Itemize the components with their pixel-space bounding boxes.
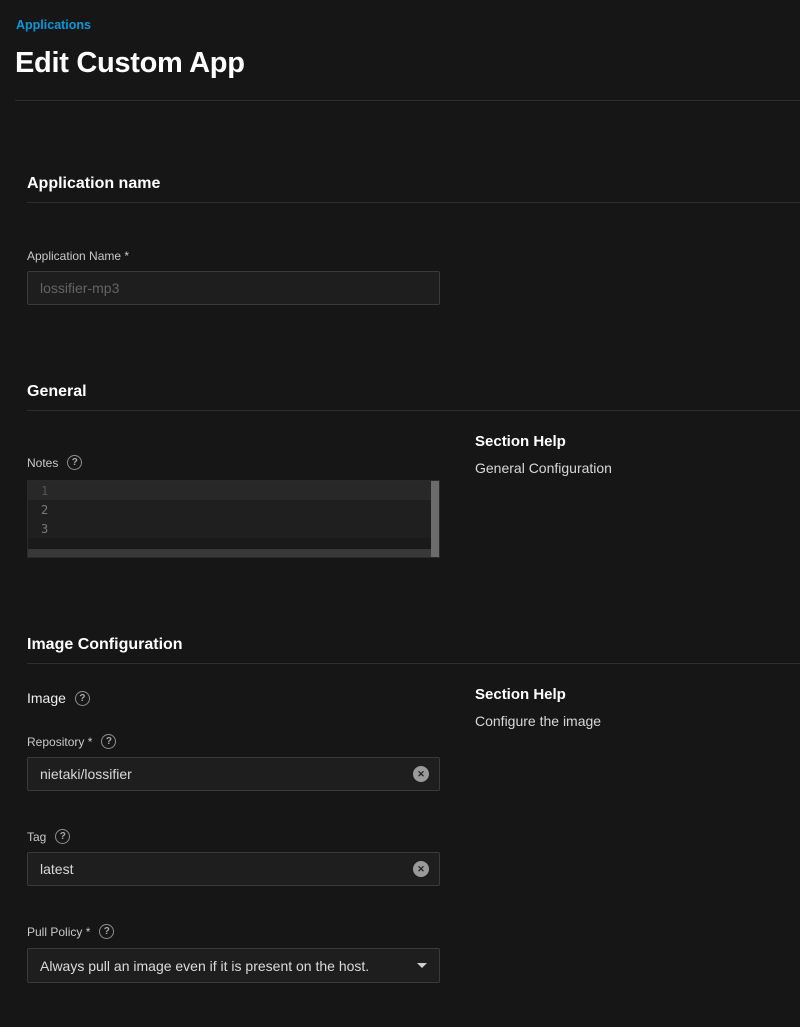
pull-policy-label: Pull Policy * bbox=[27, 925, 90, 939]
page-title: Edit Custom App bbox=[15, 46, 784, 80]
editor-line-number: 1 bbox=[28, 484, 58, 498]
notes-label-row: Notes ? bbox=[27, 455, 440, 470]
notes-label: Notes bbox=[27, 456, 58, 470]
pull-policy-help-icon[interactable]: ? bbox=[99, 924, 114, 939]
image-configuration-heading: Image Configuration bbox=[27, 636, 800, 654]
image-form-column: Image ? Repository * ? ✕ Tag ? ✕ bbox=[27, 664, 440, 983]
breadcrumb-applications[interactable]: Applications bbox=[16, 18, 91, 32]
application-name-section: Application name Application Name * bbox=[0, 175, 800, 305]
image-section-help-body: Configure the image bbox=[475, 713, 800, 730]
general-heading: General bbox=[27, 383, 800, 401]
page-header: Applications Edit Custom App bbox=[0, 0, 800, 80]
notes-editor[interactable]: 1 2 3 bbox=[27, 480, 440, 558]
tag-clear-icon[interactable]: ✕ bbox=[413, 861, 429, 877]
editor-line[interactable]: 3 bbox=[28, 519, 439, 538]
general-section-help-title: Section Help bbox=[475, 433, 800, 451]
editor-horizontal-scrollbar[interactable] bbox=[28, 549, 431, 557]
image-configuration-section: Image Configuration Image ? Repository *… bbox=[0, 636, 800, 983]
editor-line-number: 3 bbox=[28, 522, 58, 536]
pull-policy-label-row: Pull Policy * ? bbox=[27, 924, 440, 939]
dropdown-caret-icon bbox=[417, 963, 427, 968]
image-row: Image ? Repository * ? ✕ Tag ? ✕ bbox=[27, 664, 800, 983]
editor-line-number: 2 bbox=[28, 503, 58, 517]
general-help-column: Section Help General Configuration bbox=[475, 411, 800, 477]
repository-input-wrap: ✕ bbox=[27, 757, 440, 791]
repository-clear-icon[interactable]: ✕ bbox=[413, 766, 429, 782]
application-name-heading: Application name bbox=[27, 175, 800, 193]
repository-label-row: Repository * ? bbox=[27, 734, 440, 749]
editor-line[interactable]: 1 bbox=[28, 481, 439, 500]
application-name-divider bbox=[27, 202, 800, 203]
image-group-label-row: Image ? bbox=[27, 690, 440, 706]
repository-input[interactable] bbox=[27, 757, 440, 791]
general-form-column: Notes ? 1 2 3 bbox=[27, 411, 440, 558]
repository-label: Repository * bbox=[27, 735, 92, 749]
pull-policy-select[interactable]: Always pull an image even if it is prese… bbox=[27, 948, 440, 983]
application-name-label: Application Name * bbox=[27, 249, 129, 263]
application-name-label-row: Application Name * bbox=[27, 249, 800, 263]
general-section-help-body: General Configuration bbox=[475, 460, 800, 477]
repository-help-icon[interactable]: ? bbox=[101, 734, 116, 749]
pull-policy-selected-value: Always pull an image even if it is prese… bbox=[40, 958, 369, 974]
tag-label-row: Tag ? bbox=[27, 829, 440, 844]
tag-input-wrap: ✕ bbox=[27, 852, 440, 886]
application-name-input-wrap bbox=[27, 271, 440, 305]
editor-vertical-scrollbar[interactable] bbox=[431, 481, 439, 557]
tag-input[interactable] bbox=[27, 852, 440, 886]
notes-help-icon[interactable]: ? bbox=[67, 455, 82, 470]
tag-label: Tag bbox=[27, 830, 46, 844]
image-group-label: Image bbox=[27, 690, 66, 706]
header-divider bbox=[15, 100, 800, 101]
edit-custom-app-page: Applications Edit Custom App Application… bbox=[0, 0, 800, 1027]
image-section-help-title: Section Help bbox=[475, 686, 800, 704]
image-help-column: Section Help Configure the image bbox=[475, 664, 800, 730]
tag-help-icon[interactable]: ? bbox=[55, 829, 70, 844]
general-section: General Notes ? 1 2 3 bbox=[0, 383, 800, 558]
image-help-icon[interactable]: ? bbox=[75, 691, 90, 706]
application-name-input bbox=[27, 271, 440, 305]
editor-line[interactable]: 2 bbox=[28, 500, 439, 519]
general-row: Notes ? 1 2 3 S bbox=[27, 411, 800, 558]
